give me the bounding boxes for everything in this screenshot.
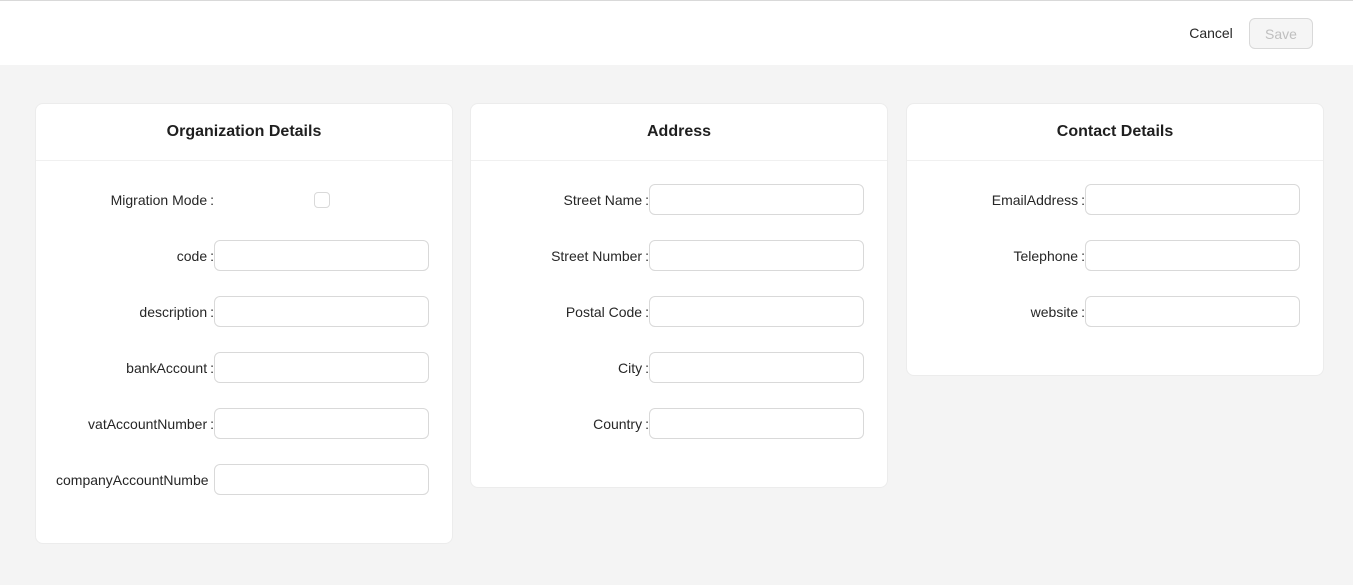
street-name-input[interactable] bbox=[649, 184, 864, 215]
city-input[interactable] bbox=[649, 352, 864, 383]
form-row-street-name: Street Name: bbox=[471, 184, 887, 216]
form-row-website: website: bbox=[907, 296, 1323, 328]
top-toolbar: Cancel Save bbox=[0, 0, 1353, 65]
save-button[interactable]: Save bbox=[1249, 18, 1313, 49]
website-input[interactable] bbox=[1085, 296, 1300, 327]
bank-account-input[interactable] bbox=[214, 352, 429, 383]
address-title: Address bbox=[471, 104, 887, 161]
postal-code-label: Postal Code: bbox=[565, 304, 649, 320]
form-row-description: description: bbox=[36, 296, 452, 328]
telephone-label: Telephone: bbox=[1013, 248, 1085, 264]
company-account-number-label: companyAccountNumbe bbox=[56, 472, 209, 488]
street-number-label: Street Number: bbox=[551, 248, 649, 264]
cancel-button[interactable]: Cancel bbox=[1176, 18, 1246, 49]
vat-account-number-label: vatAccountNumber: bbox=[88, 416, 214, 432]
description-input[interactable] bbox=[214, 296, 429, 327]
form-row-email-address: EmailAddress: bbox=[907, 184, 1323, 216]
contact-details-card: Contact Details EmailAddress: Telephone:… bbox=[906, 103, 1324, 376]
migration-mode-label: Migration Mode: bbox=[110, 192, 214, 208]
form-row-postal-code: Postal Code: bbox=[471, 296, 887, 328]
form-row-street-number: Street Number: bbox=[471, 240, 887, 272]
code-input[interactable] bbox=[214, 240, 429, 271]
postal-code-input[interactable] bbox=[649, 296, 864, 327]
form-row-vat-account-number: vatAccountNumber: bbox=[36, 408, 452, 440]
city-label: City: bbox=[617, 360, 649, 376]
street-name-label: Street Name: bbox=[563, 192, 649, 208]
contact-details-title: Contact Details bbox=[907, 104, 1323, 161]
country-input[interactable] bbox=[649, 408, 864, 439]
website-label: website: bbox=[1030, 304, 1085, 320]
address-card: Address Street Name: Street Number: Post… bbox=[470, 103, 888, 488]
form-row-bank-account: bankAccount: bbox=[36, 352, 452, 384]
form-row-company-account-number: companyAccountNumbe bbox=[36, 464, 452, 496]
organization-details-title: Organization Details bbox=[36, 104, 452, 161]
form-row-code: code: bbox=[36, 240, 452, 272]
migration-mode-checkbox[interactable] bbox=[314, 192, 330, 208]
company-account-number-input[interactable] bbox=[214, 464, 429, 495]
telephone-input[interactable] bbox=[1085, 240, 1300, 271]
description-label: description: bbox=[139, 304, 214, 320]
street-number-input[interactable] bbox=[649, 240, 864, 271]
email-address-label: EmailAddress: bbox=[991, 192, 1085, 208]
code-label: code: bbox=[176, 248, 214, 264]
organization-details-card: Organization Details Migration Mode: cod… bbox=[35, 103, 453, 544]
form-row-city: City: bbox=[471, 352, 887, 384]
vat-account-number-input[interactable] bbox=[214, 408, 429, 439]
form-row-telephone: Telephone: bbox=[907, 240, 1323, 272]
bank-account-label: bankAccount: bbox=[126, 360, 214, 376]
form-row-country: Country: bbox=[471, 408, 887, 440]
country-label: Country: bbox=[593, 416, 649, 432]
migration-mode-row: Migration Mode: bbox=[36, 184, 452, 216]
email-address-input[interactable] bbox=[1085, 184, 1300, 215]
